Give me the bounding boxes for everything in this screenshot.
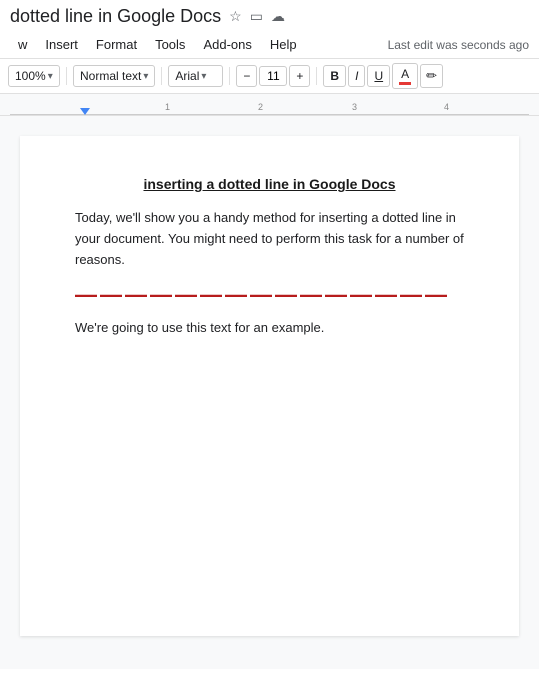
dash-segment-13: — [375,284,395,306]
menu-bar: w Insert Format Tools Add-ons Help Last … [0,31,539,59]
menu-item-addons[interactable]: Add-ons [195,33,259,56]
doc-title: dotted line in Google Docs [10,6,221,27]
cloud-icon[interactable]: ☁ [271,8,285,25]
dash-segment-4: — [150,284,170,306]
dash-segment-12: — [350,284,370,306]
dash-segment-8: — [250,284,270,306]
text-style-selector[interactable]: Normal text ▾ [73,65,155,87]
dash-segment-11: — [325,284,345,306]
highlighter-button[interactable]: ✏ [420,64,443,88]
font-color-underline [399,82,411,85]
menu-item-file[interactable]: w [10,33,35,56]
menu-item-insert[interactable]: Insert [37,33,86,56]
dash-segment-10: — [300,284,320,306]
zoom-group: 100% ▾ [8,65,60,87]
font-selector[interactable]: Arial ▾ [168,65,223,87]
dash-segment-9: — [275,284,295,306]
font-color-button[interactable]: A [392,63,418,89]
title-icons: ☆ ▭ ☁ [229,8,285,25]
font-size-decrease-button[interactable]: − [236,65,257,87]
dotted-line-row: — — — — — — — — — — — — — — — [75,284,464,306]
zoom-chevron: ▾ [48,71,53,82]
zoom-selector[interactable]: 100% ▾ [8,65,60,87]
font-color-letter: A [401,67,409,81]
doc-paragraph-2: We're going to use this text for an exam… [75,320,464,335]
doc-area: inserting a dotted line in Google Docs T… [0,116,539,669]
title-bar: dotted line in Google Docs ☆ ▭ ☁ [0,0,539,31]
font-chevron: ▾ [201,71,206,82]
italic-button[interactable]: I [348,65,365,87]
ruler-mark-3: 3 [352,102,357,112]
separator-2 [161,67,162,85]
dash-segment-2: — [100,284,120,306]
font-size-input[interactable] [259,66,287,86]
font-color-icon: A [399,67,411,85]
text-style-value: Normal text [80,69,141,83]
font-size-increase-button[interactable]: + [289,65,310,87]
separator-4 [316,67,317,85]
star-icon[interactable]: ☆ [229,8,242,25]
font-size-controls: − + [236,65,310,87]
underline-button[interactable]: U [367,65,390,87]
doc-page: inserting a dotted line in Google Docs T… [20,136,519,636]
ruler-mark-2: 2 [258,102,263,112]
dash-segment-1: — [75,284,95,306]
ruler-mark-4: 4 [444,102,449,112]
menu-item-help[interactable]: Help [262,33,305,56]
ruler-mark-1: 1 [165,102,170,112]
dash-segment-6: — [200,284,220,306]
dash-segment-15: — [425,284,445,306]
ruler: 1 2 3 4 [0,94,539,116]
folder-icon[interactable]: ▭ [250,8,263,25]
dash-segment-14: — [400,284,420,306]
separator-3 [229,67,230,85]
dash-segment-7: — [225,284,245,306]
toolbar: 100% ▾ Normal text ▾ Arial ▾ − + B I U A [0,59,539,94]
dash-segment-3: — [125,284,145,306]
formatting-group: B I U A ✏ [323,63,443,89]
dash-segment-5: — [175,284,195,306]
last-edit-status: Last edit was seconds ago [388,38,529,52]
font-group: Arial ▾ [168,65,223,87]
style-group: Normal text ▾ [73,65,155,87]
menu-item-tools[interactable]: Tools [147,33,193,56]
doc-paragraph-1: Today, we'll show you a handy method for… [75,208,464,270]
bold-button[interactable]: B [323,65,346,87]
menu-item-format[interactable]: Format [88,33,145,56]
zoom-value: 100% [15,69,46,83]
separator-1 [66,67,67,85]
font-value: Arial [175,69,199,83]
doc-heading: inserting a dotted line in Google Docs [75,176,464,192]
ruler-tab-indicator [80,108,90,115]
ruler-marks: 1 2 3 4 [10,94,529,115]
style-chevron: ▾ [143,71,148,82]
